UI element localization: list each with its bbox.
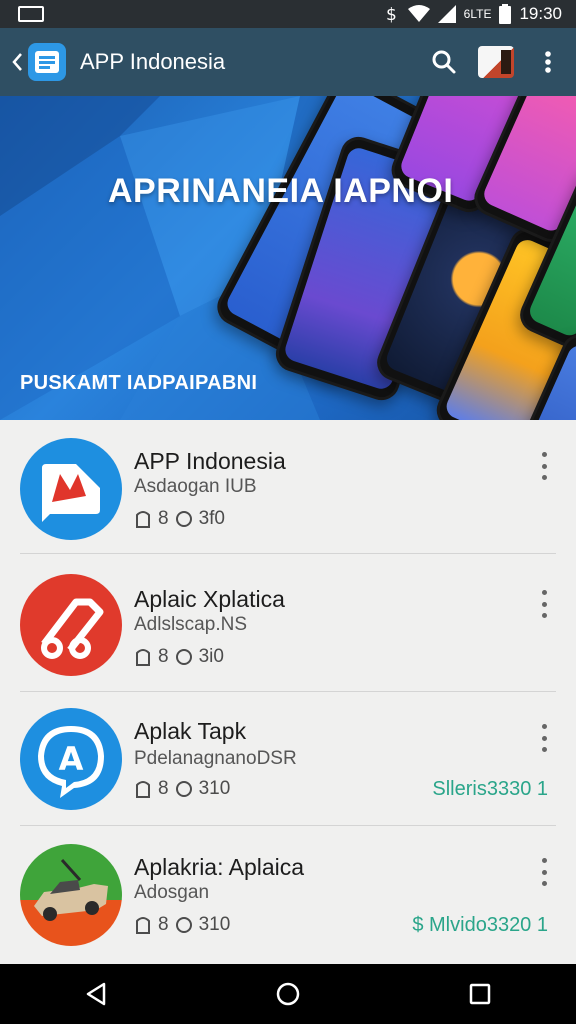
- wifi-icon: [407, 5, 430, 22]
- list-item[interactable]: Aplakria: Aplaica Adosgan 8 310 $ Mlvido…: [0, 828, 576, 962]
- app-logo-icon: [28, 43, 66, 81]
- app-title: Aplakria: Aplaica: [134, 854, 305, 880]
- overflow-menu-icon: [545, 51, 551, 73]
- app-developer: Adosgan: [134, 882, 210, 903]
- divider: [20, 553, 556, 554]
- download-icon: [136, 511, 150, 528]
- search-button[interactable]: [424, 42, 464, 82]
- rating-icon: [175, 511, 192, 527]
- rating-icon: [175, 649, 192, 665]
- download-icon: [136, 649, 150, 666]
- signal-text: 6LTE: [463, 7, 492, 21]
- battery-icon: [499, 4, 512, 24]
- nav-back-icon: [86, 982, 106, 1006]
- app-developer: Asdaogan IUB: [134, 476, 257, 497]
- item-overflow-menu-icon[interactable]: [536, 724, 552, 752]
- featured-banner[interactable]: APRINANEIA IAPNOI PUSKAMT IADPAIPABNI: [0, 96, 576, 420]
- app-meta-count-b: 3i0: [198, 646, 224, 667]
- list-item[interactable]: Aplaic Xplatica Adlslscap.NS 8 3i0: [0, 558, 576, 692]
- app-meta: 8 310: [134, 914, 230, 936]
- app-price[interactable]: Slleris3330 1: [432, 778, 548, 801]
- app-bar: APP Indonesia: [0, 28, 576, 96]
- app-title: APP Indonesia: [134, 448, 286, 474]
- status-bar: $ 6LTE 19:30: [0, 0, 576, 28]
- app-title: APP Indonesia: [80, 49, 226, 74]
- app-developer: Adlslscap.NS: [134, 614, 247, 635]
- vehicle-logo-icon: [20, 844, 122, 946]
- overflow-menu-button[interactable]: [528, 42, 568, 82]
- app-meta-count-a: 8: [158, 914, 169, 935]
- nav-recents-button[interactable]: [450, 964, 510, 1024]
- system-nav-bar: [0, 964, 576, 1024]
- app-title: Aplaic Xplatica: [134, 586, 285, 612]
- app-meta-count-a: 8: [158, 646, 169, 667]
- app-indonesia-logo-icon: [20, 438, 122, 540]
- banner-title: APRINANEIA IAPNOI: [108, 172, 454, 210]
- divider: [20, 825, 556, 826]
- app-meta-count-b: 310: [198, 914, 231, 935]
- list-item[interactable]: APP Indonesia Asdaogan IUB 8 3f0: [0, 420, 576, 554]
- app-meta-count-a: 8: [158, 778, 169, 799]
- nav-back-button[interactable]: [66, 964, 126, 1024]
- item-overflow-menu-icon[interactable]: [536, 452, 552, 480]
- app-meta-count-a: 8: [158, 508, 169, 529]
- screen-cast-icon: [18, 6, 44, 22]
- download-icon: [136, 917, 150, 934]
- app-meta: 8 310: [134, 778, 230, 800]
- avatar[interactable]: [478, 46, 514, 78]
- app-title: Aplak Tapk: [134, 718, 247, 744]
- download-icon: [136, 781, 150, 798]
- list-item[interactable]: A Aplak Tapk PdelanagnanoDSR 8 310 Sller…: [0, 692, 576, 826]
- back-icon[interactable]: [6, 47, 28, 77]
- app-list: APP Indonesia Asdaogan IUB 8 3f0 Aplaic …: [0, 420, 576, 964]
- app-meta: 8 3i0: [134, 646, 224, 668]
- data-saver-icon: $: [386, 5, 397, 24]
- item-overflow-menu-icon[interactable]: [536, 858, 552, 886]
- chat-bubble-logo-icon: A: [20, 708, 122, 810]
- banner-subtitle: PUSKAMT IADPAIPABNI: [20, 372, 258, 394]
- app-developer: PdelanagnanoDSR: [134, 748, 297, 769]
- nav-home-icon: [276, 982, 300, 1006]
- rating-icon: [175, 917, 192, 933]
- status-time: 19:30: [519, 4, 562, 23]
- rating-icon: [175, 781, 192, 797]
- nav-home-button[interactable]: [258, 964, 318, 1024]
- search-icon: [432, 50, 456, 74]
- item-overflow-menu-icon[interactable]: [536, 590, 552, 618]
- scissors-logo-icon: [20, 574, 122, 676]
- app-price[interactable]: $ Mlvido3320 1: [412, 914, 548, 937]
- app-meta: 8 3f0: [134, 508, 225, 530]
- signal-icon: [437, 5, 456, 23]
- nav-recents-icon: [469, 983, 491, 1005]
- svg-text:A: A: [59, 740, 84, 778]
- app-meta-count-b: 310: [198, 778, 231, 799]
- svg-text:$: $: [386, 5, 397, 24]
- app-meta-count-b: 3f0: [198, 508, 225, 529]
